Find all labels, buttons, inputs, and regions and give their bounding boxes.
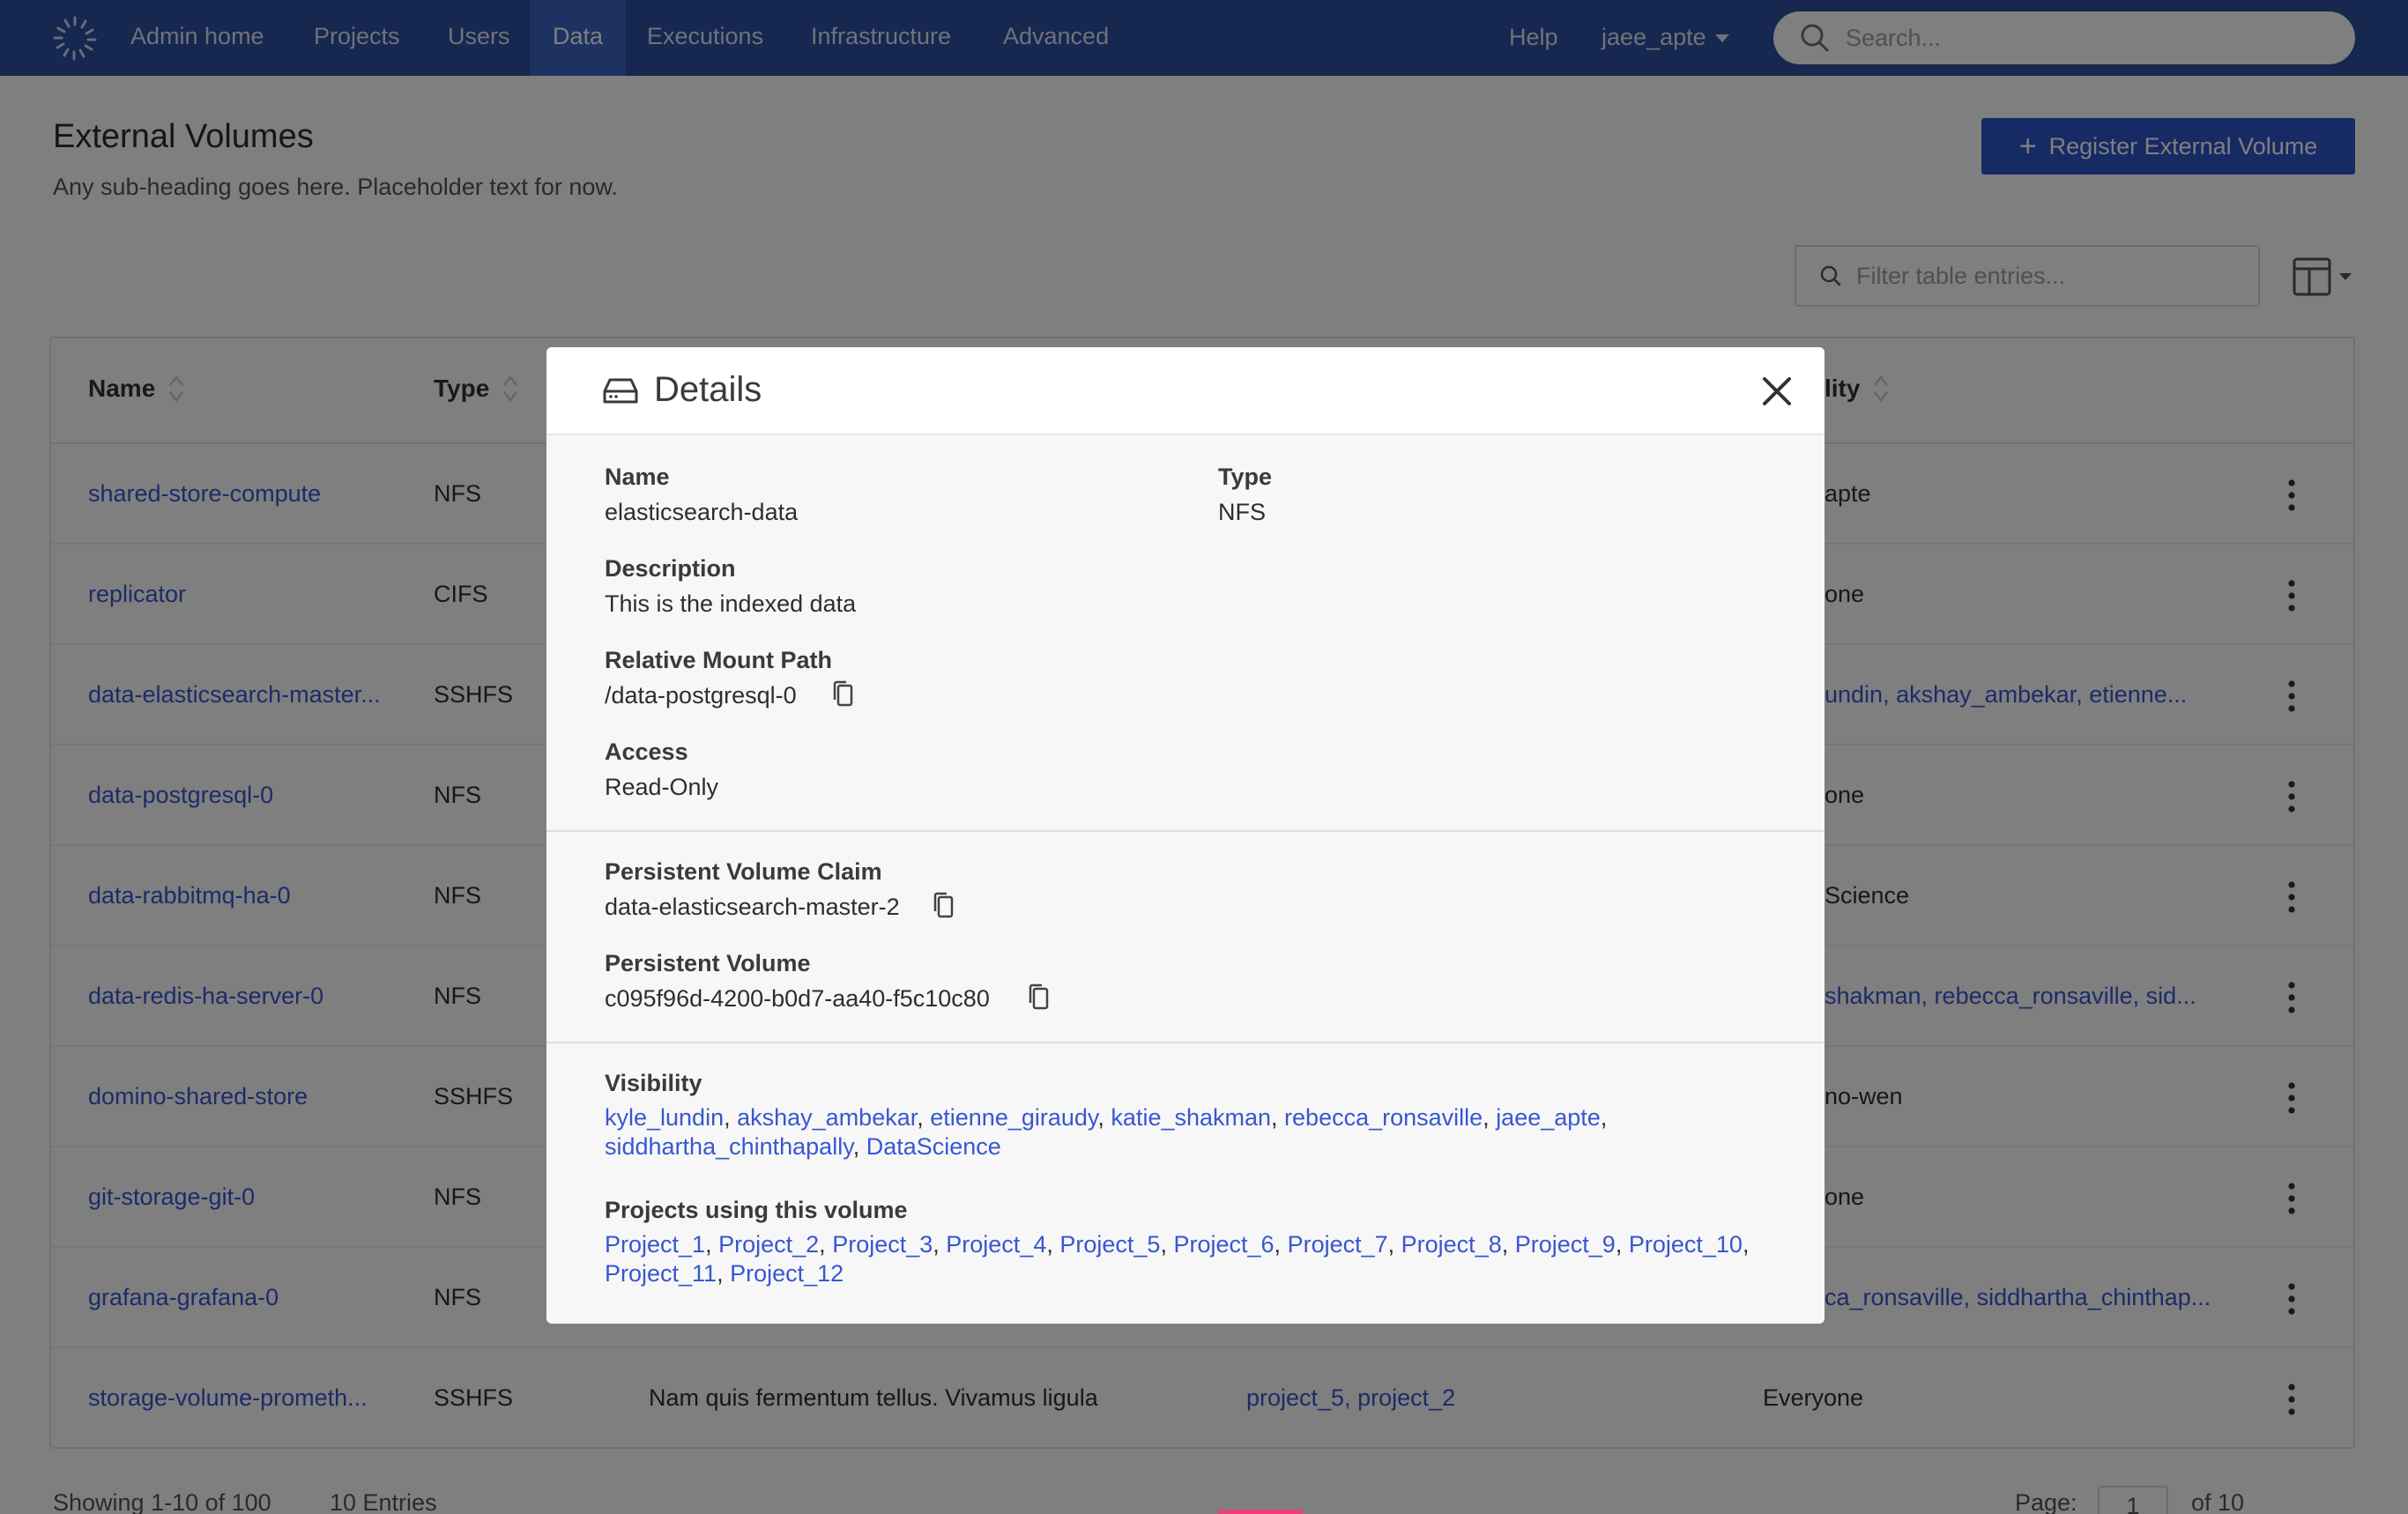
visibility-entry-link[interactable]: jaee_apte — [1496, 1104, 1601, 1131]
visibility-list: kyle_lundin, akshay_ambekar, etienne_gir… — [605, 1104, 1608, 1160]
project-link[interactable]: Project_4 — [946, 1231, 1046, 1258]
project-link[interactable]: Project_9 — [1515, 1231, 1616, 1258]
access-label: Access — [605, 738, 688, 765]
project-link[interactable]: Project_2 — [718, 1231, 819, 1258]
pvc-label: Persistent Volume Claim — [605, 858, 882, 885]
details-modal: Details Name elasticsearch-data Type NFS… — [546, 347, 1825, 1324]
visibility-label: Visibility — [605, 1070, 702, 1096]
project-link[interactable]: Project_3 — [832, 1231, 933, 1258]
description-label: Description — [605, 555, 736, 582]
visibility-entry-link[interactable]: rebecca_ronsaville — [1284, 1104, 1483, 1131]
name-label: Name — [605, 464, 670, 490]
pvc-value: data-elasticsearch-master-2 — [605, 894, 900, 920]
modal-title: Details — [654, 370, 762, 409]
projects-list: Project_1, Project_2, Project_3, Project… — [605, 1231, 1750, 1287]
type-label: Type — [1218, 464, 1273, 490]
mount-path-value: /data-postgresql-0 — [605, 682, 797, 709]
modal-header: Details — [546, 347, 1825, 435]
visibility-entry-link[interactable]: siddhartha_chinthapally — [605, 1133, 853, 1160]
section-divider — [546, 830, 1825, 832]
close-icon[interactable] — [1761, 375, 1793, 407]
visibility-entry-link[interactable]: katie_shakman — [1111, 1104, 1271, 1131]
project-link[interactable]: Project_12 — [730, 1260, 844, 1287]
copy-icon[interactable] — [832, 680, 853, 707]
project-link[interactable]: Project_10 — [1629, 1231, 1743, 1258]
mount-path-label: Relative Mount Path — [605, 647, 833, 673]
pv-value: c095f96d-4200-b0d7-aa40-f5c10c80 — [605, 985, 990, 1012]
copy-icon[interactable] — [933, 892, 954, 918]
name-value: elasticsearch-data — [605, 499, 799, 525]
project-link[interactable]: Project_5 — [1059, 1231, 1160, 1258]
type-value: NFS — [1218, 499, 1266, 525]
project-link[interactable]: Project_6 — [1173, 1231, 1274, 1258]
project-link[interactable]: Project_7 — [1288, 1231, 1388, 1258]
visibility-entry-link[interactable]: DataScience — [866, 1133, 1001, 1160]
scroll-indicator — [1218, 1510, 1303, 1514]
description-value: This is the indexed data — [605, 590, 857, 617]
access-value: Read-Only — [605, 774, 719, 800]
project-link[interactable]: Project_11 — [605, 1260, 717, 1287]
section-divider — [546, 1042, 1825, 1043]
visibility-entry-link[interactable]: etienne_giraudy — [930, 1104, 1097, 1131]
pv-label: Persistent Volume — [605, 950, 811, 976]
project-link[interactable]: Project_1 — [605, 1231, 705, 1258]
project-link[interactable]: Project_8 — [1401, 1231, 1502, 1258]
hard-drive-icon — [603, 378, 638, 404]
visibility-entry-link[interactable]: akshay_ambekar — [737, 1104, 917, 1131]
visibility-entry-link[interactable]: kyle_lundin — [605, 1104, 724, 1131]
copy-icon[interactable] — [1028, 983, 1049, 1010]
projects-label: Projects using this volume — [605, 1197, 908, 1223]
